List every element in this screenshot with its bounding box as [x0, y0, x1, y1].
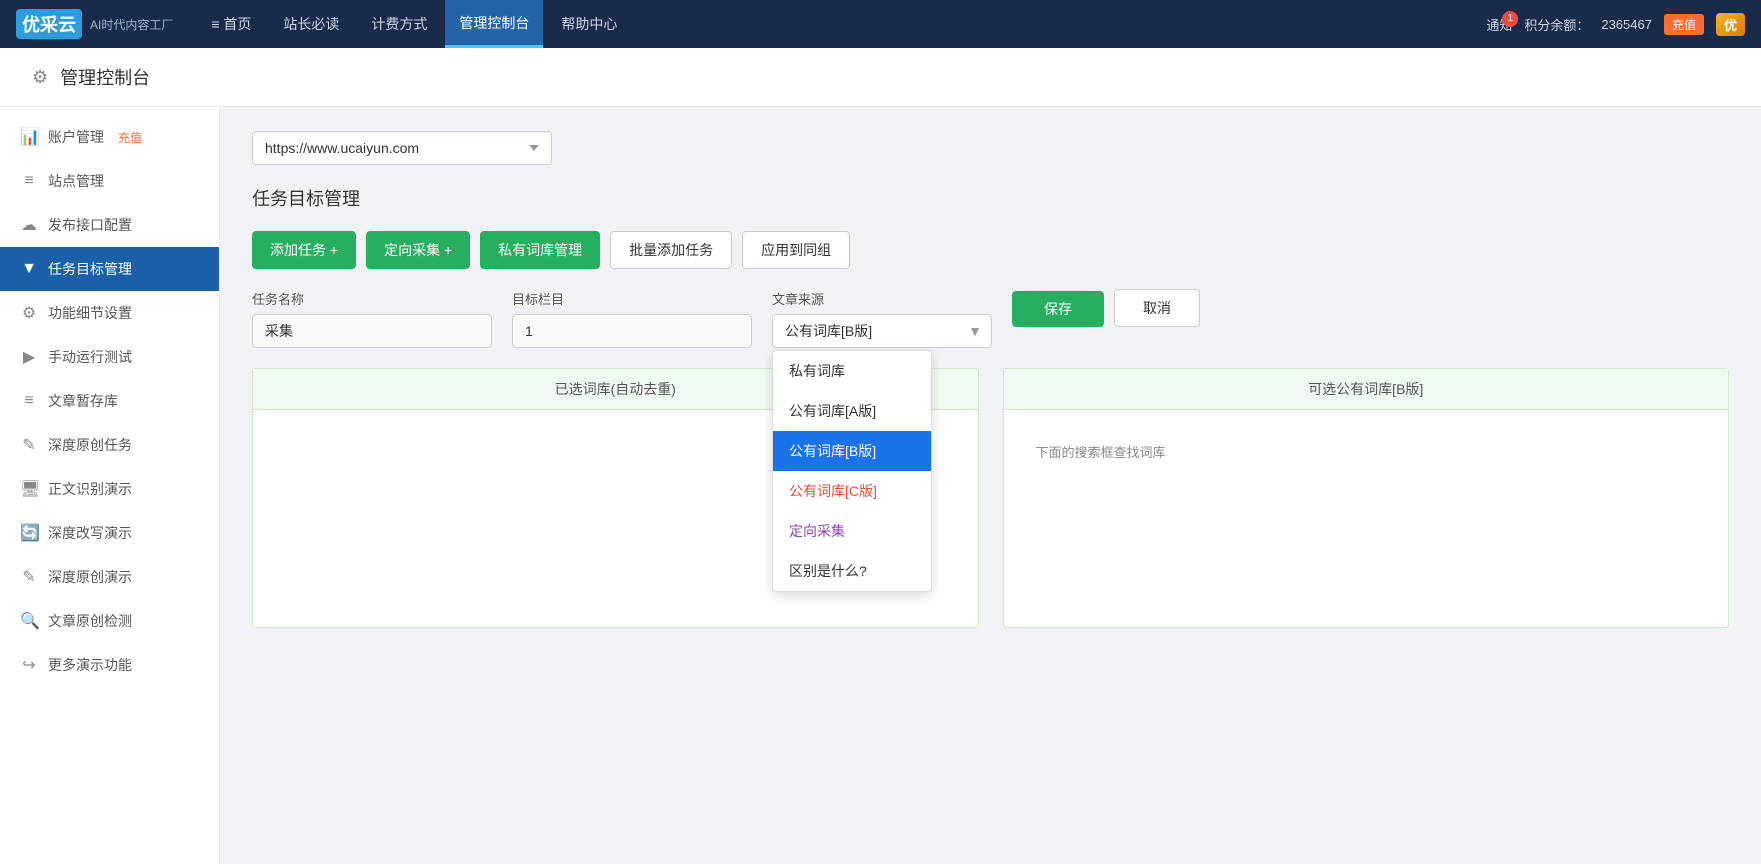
private-lib-button[interactable]: 私有词库管理	[480, 231, 600, 269]
origdemo-icon: ✎	[20, 567, 38, 587]
sidebar-item-draft[interactable]: ≡ 文章暂存库	[0, 379, 219, 423]
deeporig-icon: ✎	[20, 435, 38, 455]
layout: 📊 账户管理充值 ≡ 站点管理 ☁ 发布接口配置 ▼ 任务目标管理 ⚙ 功能细节设置 ▶ 手动运行测试…	[0, 107, 1761, 864]
dropdown-item-定向采集[interactable]: 定向采集	[773, 511, 931, 551]
section-title: 任务目标管理	[252, 185, 1729, 211]
category-group: 目标栏目	[512, 289, 752, 348]
sidebar-item-more[interactable]: ↪ 更多演示功能	[0, 643, 219, 687]
page-header: ⚙ 管理控制台	[0, 48, 1761, 107]
right-col-hint: 下面的搜索框查找词库	[1020, 426, 1713, 477]
sidebar-label-origdemo: 深度原创演示	[48, 567, 132, 587]
vip-badge: 优	[1716, 13, 1745, 36]
sidebar-item-settings[interactable]: ⚙ 功能细节设置	[0, 291, 219, 335]
apply-group-button[interactable]: 应用到同组	[742, 231, 850, 269]
sidebar-item-account[interactable]: 📊 账户管理充值	[0, 115, 219, 159]
site-selector-row: https://www.ucaiyun.com	[252, 131, 1729, 165]
form-row: 任务名称 目标栏目 文章来源 公有词库[B版] ▼ 私有词库公有词库[A版]公有…	[252, 289, 1729, 348]
source-group: 文章来源 公有词库[B版] ▼ 私有词库公有词库[A版]公有词库[B版]公有词库…	[772, 289, 992, 348]
topnav-item-计费方式[interactable]: 计费方式	[357, 0, 441, 48]
dropdown-item-公有词库[A版][interactable]: 公有词库[A版]	[773, 391, 931, 431]
settings-icon: ⚙	[20, 303, 38, 323]
ocr-icon: 🖥	[20, 479, 38, 499]
page-title: 管理控制台	[60, 64, 150, 90]
cancel-button[interactable]: 取消	[1114, 289, 1200, 327]
sidebar: 📊 账户管理充值 ≡ 站点管理 ☁ 发布接口配置 ▼ 任务目标管理 ⚙ 功能细节设置 ▶ 手动运行测试…	[0, 107, 220, 864]
sidebar-item-site[interactable]: ≡ 站点管理	[0, 159, 219, 203]
sidebar-label-task: 任务目标管理	[48, 259, 132, 279]
topnav-right: 通知 1 积分余额： 2365467 充值 优	[1486, 13, 1745, 36]
sidebar-item-deeporig[interactable]: ✎ 深度原创任务	[0, 423, 219, 467]
available-word-bank: 可选公有词库[B版] 下面的搜索框查找词库	[1003, 368, 1730, 628]
category-input[interactable]	[512, 314, 752, 348]
topnav-item-≡ 首页[interactable]: ≡ 首页	[197, 0, 265, 48]
topnav-item-管理控制台[interactable]: 管理控制台	[445, 0, 543, 48]
source-label: 文章来源	[772, 289, 992, 308]
topnav-item-站长必读[interactable]: 站长必读	[269, 0, 353, 48]
sidebar-item-manual[interactable]: ▶ 手动运行测试	[0, 335, 219, 379]
logo-icon: 优采云	[16, 9, 82, 39]
task-icon: ▼	[20, 260, 38, 278]
topnav: 优采云 AI时代内容工厂 ≡ 首页站长必读计费方式管理控制台帮助中心 通知 1 …	[0, 0, 1761, 48]
sidebar-label-site: 站点管理	[48, 171, 104, 191]
directed-collect-button[interactable]: 定向采集 +	[366, 231, 470, 269]
recharge-button[interactable]: 充值	[1664, 14, 1704, 35]
sidebar-label-deeporig: 深度原创任务	[48, 435, 132, 455]
settings-icon: ⚙	[32, 67, 48, 88]
logo[interactable]: 优采云 AI时代内容工厂	[16, 9, 173, 39]
sidebar-label-ocr: 正文识别演示	[48, 479, 132, 499]
points-label: 积分余额：	[1524, 15, 1589, 34]
toolbar: 添加任务 + 定向采集 + 私有词库管理 批量添加任务 应用到同组	[252, 231, 1729, 269]
sidebar-item-rewrite[interactable]: 🔄 深度改写演示	[0, 511, 219, 555]
sidebar-item-publish[interactable]: ☁ 发布接口配置	[0, 203, 219, 247]
points-value: 2365467	[1601, 17, 1652, 32]
action-group: 保存 取消	[1012, 289, 1200, 327]
batch-add-button[interactable]: 批量添加任务	[610, 231, 732, 269]
source-select[interactable]: 公有词库[B版]	[772, 314, 992, 348]
source-select-wrap: 公有词库[B版] ▼ 私有词库公有词库[A版]公有词库[B版]公有词库[C版]定…	[772, 314, 992, 348]
main-content: https://www.ucaiyun.com 任务目标管理 添加任务 + 定向…	[220, 107, 1761, 864]
sidebar-item-origdemo[interactable]: ✎ 深度原创演示	[0, 555, 219, 599]
sidebar-label-publish: 发布接口配置	[48, 215, 132, 235]
dropdown-item-公有词库[B版][interactable]: 公有词库[B版]	[773, 431, 931, 471]
notification-bell[interactable]: 通知 1	[1486, 15, 1512, 34]
logo-subtitle: AI时代内容工厂	[90, 16, 173, 33]
sidebar-badge-account[interactable]: 充值	[118, 129, 142, 146]
source-dropdown-popup: 私有词库公有词库[A版]公有词库[B版]公有词库[C版]定向采集区别是什么?	[772, 350, 932, 592]
task-name-group: 任务名称	[252, 289, 492, 348]
publish-icon: ☁	[20, 215, 38, 235]
sidebar-label-check: 文章原创检测	[48, 611, 132, 631]
sidebar-label-settings: 功能细节设置	[48, 303, 132, 323]
dropdown-item-私有词库[interactable]: 私有词库	[773, 351, 931, 391]
draft-icon: ≡	[20, 392, 38, 410]
dropdown-item-区别是什么?[interactable]: 区别是什么?	[773, 551, 931, 591]
sidebar-label-draft: 文章暂存库	[48, 391, 118, 411]
word-bank-row: 已选词库(自动去重) 可选公有词库[B版] 下面的搜索框查找词库	[252, 368, 1729, 628]
available-word-bank-body: 下面的搜索框查找词库	[1004, 410, 1729, 610]
sidebar-label-rewrite: 深度改写演示	[48, 523, 132, 543]
save-button[interactable]: 保存	[1012, 291, 1104, 327]
topnav-menu: ≡ 首页站长必读计费方式管理控制台帮助中心	[197, 0, 1486, 48]
add-task-button[interactable]: 添加任务 +	[252, 231, 356, 269]
notification-badge: 1	[1502, 11, 1518, 27]
sidebar-item-task[interactable]: ▼ 任务目标管理	[0, 247, 219, 291]
check-icon: 🔍	[20, 611, 38, 631]
site-icon: ≡	[20, 172, 38, 190]
account-icon: 📊	[20, 127, 38, 147]
manual-icon: ▶	[20, 347, 38, 367]
available-word-bank-header: 可选公有词库[B版]	[1004, 369, 1729, 410]
sidebar-item-ocr[interactable]: 🖥 正文识别演示	[0, 467, 219, 511]
sidebar-item-check[interactable]: 🔍 文章原创检测	[0, 599, 219, 643]
sidebar-label-manual: 手动运行测试	[48, 347, 132, 367]
topnav-item-帮助中心[interactable]: 帮助中心	[547, 0, 631, 48]
category-label: 目标栏目	[512, 289, 752, 308]
sidebar-label-account: 账户管理	[48, 127, 104, 147]
task-name-label: 任务名称	[252, 289, 492, 308]
site-select[interactable]: https://www.ucaiyun.com	[252, 131, 552, 165]
task-name-input[interactable]	[252, 314, 492, 348]
more-icon: ↪	[20, 655, 38, 675]
rewrite-icon: 🔄	[20, 523, 38, 543]
sidebar-label-more: 更多演示功能	[48, 655, 132, 675]
dropdown-item-公有词库[C版][interactable]: 公有词库[C版]	[773, 471, 931, 511]
